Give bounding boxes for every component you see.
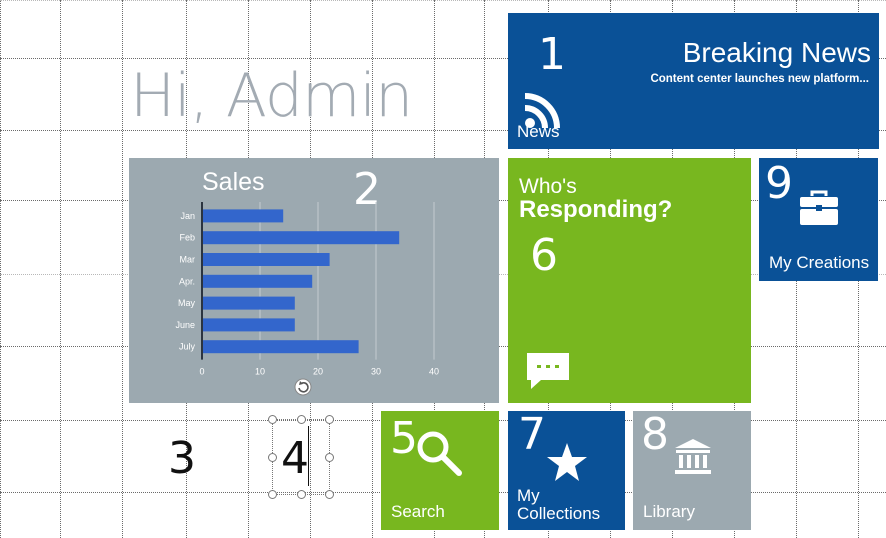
news-tile[interactable]: 1 Breaking News Content center launches … bbox=[508, 13, 879, 149]
resize-handle[interactable] bbox=[268, 415, 277, 424]
bar bbox=[202, 209, 284, 223]
y-tick-label: Mar bbox=[180, 255, 196, 265]
resize-handle[interactable] bbox=[325, 453, 334, 462]
resize-handle[interactable] bbox=[297, 415, 306, 424]
tile-number: 5 bbox=[390, 413, 418, 464]
my-collections-tile[interactable]: 7 My Collections bbox=[508, 411, 625, 530]
star-icon bbox=[547, 443, 587, 481]
search-tile[interactable]: 5 Search bbox=[381, 411, 499, 530]
x-tick-label: 40 bbox=[429, 367, 439, 377]
y-tick-label: Apr. bbox=[179, 276, 195, 286]
tile-number: 1 bbox=[538, 29, 566, 80]
y-tick-label: Feb bbox=[179, 233, 195, 243]
sales-chart-tile[interactable]: Sales 2 0 10 20 30 40 Jan Feb Mar Apr. May June Jul… bbox=[129, 158, 499, 403]
tile-number: 9 bbox=[765, 158, 793, 209]
search-label: Search bbox=[391, 502, 445, 521]
news-ticker: Content center launches new platform... bbox=[650, 73, 869, 85]
selected-text-box[interactable]: 4 bbox=[268, 415, 334, 499]
resize-handle[interactable] bbox=[325, 415, 334, 424]
search-icon bbox=[417, 431, 462, 476]
x-tick-label: 30 bbox=[371, 367, 381, 377]
news-label: News bbox=[517, 122, 560, 141]
resize-handle[interactable] bbox=[297, 490, 306, 499]
rotate-handle-icon[interactable] bbox=[294, 378, 312, 396]
sales-bar-chart: 0 10 20 30 40 Jan Feb Mar Apr. May June July bbox=[175, 202, 439, 377]
greeting-heading: Hi, Admin bbox=[130, 61, 413, 131]
my-creations-label: My Creations bbox=[769, 253, 870, 272]
chat-bubble-icon bbox=[527, 353, 569, 389]
bar bbox=[202, 340, 359, 354]
tile-number: 6 bbox=[530, 230, 558, 281]
x-tick-label: 0 bbox=[199, 367, 204, 377]
bar bbox=[202, 274, 313, 288]
resize-handle[interactable] bbox=[325, 490, 334, 499]
y-tick-label: May bbox=[178, 298, 196, 308]
my-creations-tile[interactable]: 9 My Creations bbox=[759, 158, 878, 281]
bar bbox=[202, 296, 295, 310]
library-tile[interactable]: 8 Library bbox=[633, 411, 751, 530]
whos-responding-tile[interactable]: Who's Responding? 6 bbox=[508, 158, 751, 403]
library-label: Library bbox=[643, 502, 695, 521]
bar bbox=[202, 231, 400, 245]
y-tick-label: June bbox=[175, 320, 195, 330]
x-tick-label: 20 bbox=[313, 367, 323, 377]
placeholder-number: 3 bbox=[168, 433, 196, 484]
bar bbox=[202, 318, 295, 332]
y-tick-label: July bbox=[179, 342, 196, 352]
text-caret bbox=[308, 426, 309, 486]
y-tick-label: Jan bbox=[180, 211, 195, 221]
x-tick-label: 10 bbox=[255, 367, 265, 377]
briefcase-icon bbox=[800, 190, 838, 225]
resize-handle[interactable] bbox=[268, 453, 277, 462]
news-headline: Breaking News bbox=[682, 37, 871, 68]
tile-number: 7 bbox=[518, 411, 546, 460]
responding-text: Responding? bbox=[519, 196, 673, 223]
tile-number: 8 bbox=[641, 411, 669, 460]
placeholder-number: 4 bbox=[281, 433, 309, 484]
my-collections-label: My Collections bbox=[517, 486, 601, 523]
resize-handle[interactable] bbox=[268, 490, 277, 499]
library-building-icon bbox=[675, 439, 711, 474]
bar bbox=[202, 253, 330, 266]
